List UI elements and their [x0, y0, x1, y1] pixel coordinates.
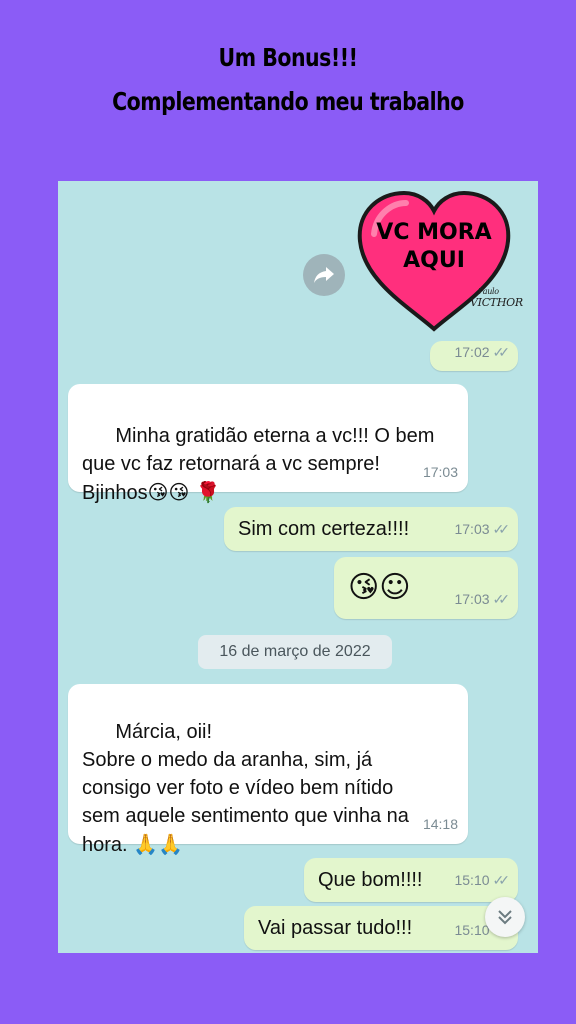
message-text: Que bom!!!! [318, 869, 423, 891]
message-time: 17:03 [422, 464, 458, 480]
message-text: Márcia, oii! Sobre o medo da aranha, sim… [82, 721, 409, 856]
message-text: Sim com certeza!!!! [238, 518, 410, 540]
message-text: Minha gratidão eterna a vc!!! O bem que … [82, 425, 435, 504]
message-bubble-outgoing[interactable]: Sim com certeza!!!! 17:03 ✓✓ [224, 507, 518, 551]
message-bubble-outgoing[interactable]: 😘☺ 17:03 ✓✓ [334, 557, 518, 619]
message-bubble-outgoing[interactable]: Vai passar tudo!!! 15:10 ✓✓ [244, 906, 518, 950]
chat-screenshot: VC MORA AQUI Paulo VICTHOR 17:02 ✓✓ Minh… [58, 181, 538, 953]
sticker-signature: Paulo VICTHOR [470, 287, 523, 309]
sticker-line-2: AQUI [403, 248, 465, 273]
sticker-time-bubble: 17:02 ✓✓ [430, 341, 518, 371]
signature-main: VICTHOR [470, 296, 523, 309]
signature-top: Paulo [478, 287, 499, 296]
message-emoji: 😘☺ [348, 570, 411, 605]
message-bubble-incoming[interactable]: Márcia, oii! Sobre o medo da aranha, sim… [68, 684, 468, 856]
double-chevron-down-icon [498, 910, 512, 925]
message-time: 15:10 [454, 872, 490, 888]
forward-icon [314, 267, 334, 283]
message-time: 17:03 [454, 591, 490, 607]
header-line-1: Um Bonus!!! [218, 43, 358, 72]
read-ticks-icon: ✓✓ [492, 344, 511, 360]
read-ticks-icon: ✓✓ [492, 591, 511, 607]
message-emoji: 🙏🙏 [133, 832, 183, 856]
header-line-2: Complementando meu trabalho [112, 87, 464, 116]
message-bubble-incoming[interactable]: Minha gratidão eterna a vc!!! O bem que … [68, 384, 468, 504]
read-ticks-icon: ✓✓ [492, 872, 511, 888]
forward-button[interactable] [303, 254, 345, 296]
message-time: 14:18 [422, 816, 458, 832]
sticker-line-1: VC MORA [376, 220, 492, 245]
read-ticks-icon: ✓✓ [492, 521, 511, 537]
message-bubble-outgoing[interactable]: Que bom!!!! 15:10 ✓✓ [304, 858, 518, 902]
page-header: Um Bonus!!! Complementando meu trabalho [52, 36, 524, 124]
heart-sticker[interactable]: VC MORA AQUI [354, 189, 514, 339]
message-time: 17:02 [454, 344, 490, 360]
message-time: 17:03 [454, 521, 490, 537]
date-separator: 16 de março de 2022 [198, 635, 392, 669]
message-emoji: 😘😘 🌹 [147, 480, 221, 504]
message-text: Vai passar tudo!!! [258, 917, 413, 939]
scroll-to-bottom-button[interactable] [485, 897, 525, 937]
